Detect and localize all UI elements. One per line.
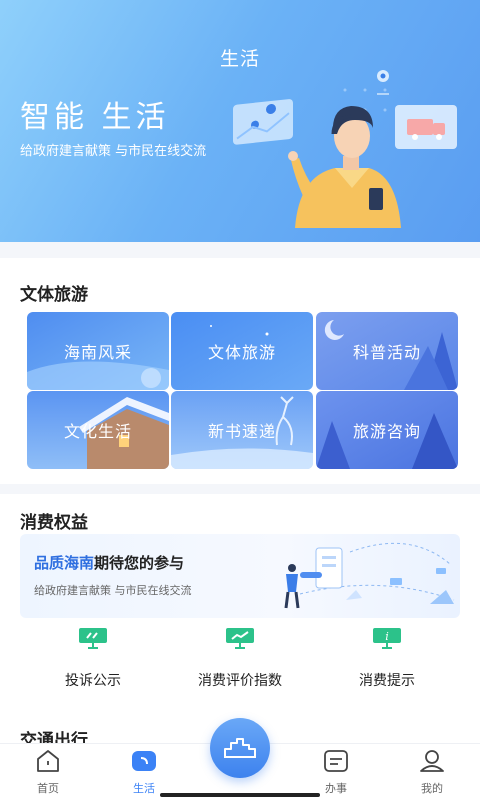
tile-hainan-style[interactable]: 海南风采	[27, 312, 169, 390]
consumer-index-button[interactable]: 消费评价指数	[167, 620, 313, 692]
culture-section-title: 文体旅游	[20, 285, 88, 305]
trend-chart-icon	[226, 628, 254, 649]
complaint-notice-button[interactable]: 投诉公示	[20, 620, 166, 692]
life-icon	[132, 751, 156, 771]
consumer-section-title: 消费权益	[20, 513, 88, 533]
complaint-board-icon	[79, 628, 107, 649]
tile-science-activity[interactable]: 科普活动	[316, 312, 458, 390]
tile-culture-travel[interactable]: 文体旅游	[171, 312, 313, 390]
tab-profile-label: 我的	[421, 782, 443, 795]
tile-travel-consult[interactable]: 旅游咨询	[316, 391, 458, 469]
consumer-banner-subtitle: 给政府建言献策 与市民在线交流	[34, 584, 192, 597]
tile-new-books-label: 新书速递	[207, 422, 276, 441]
consumer-banner-highlight: 品质海南	[34, 554, 95, 572]
tile-hainan-style-label: 海南风采	[63, 343, 132, 362]
info-board-icon: i	[373, 628, 401, 649]
consumer-tips-button[interactable]: i 消费提示	[314, 620, 460, 692]
consumer-banner-rest: 期待您的参与	[94, 554, 185, 572]
tab-service[interactable]: 办事	[288, 744, 384, 800]
service-icon	[324, 750, 348, 772]
tile-cultural-life-label: 文化生活	[63, 422, 132, 441]
tile-travel-consult-label: 旅游咨询	[352, 422, 421, 441]
hero-banner: 生活 智能 生活 给政府建言献策 与市民在线交流	[0, 0, 480, 242]
tab-profile[interactable]: 我的	[384, 744, 480, 800]
tile-culture-travel-label: 文体旅游	[207, 343, 276, 362]
consumer-banner[interactable]: 品质海南期待您的参与 给政府建言献策 与市民在线交流	[20, 534, 460, 618]
tab-home-label: 首页	[37, 782, 59, 795]
tab-home[interactable]: 首页	[0, 744, 96, 800]
consumer-banner-title: 品质海南期待您的参与	[34, 552, 184, 573]
home-icon	[37, 750, 59, 772]
center-city-button[interactable]	[210, 718, 270, 778]
svg-text:i: i	[385, 630, 389, 643]
profile-icon	[420, 750, 444, 772]
hero-slogan: 智能 生活	[20, 100, 170, 135]
tile-new-books[interactable]: 新书速递	[171, 391, 313, 469]
tile-cultural-life[interactable]: 文化生活	[27, 391, 169, 469]
consumer-index-label: 消费评价指数	[198, 673, 282, 689]
consumer-banner-illustration	[284, 542, 455, 609]
hero-subslogan: 给政府建言献策 与市民在线交流	[20, 144, 207, 159]
hero-illustration	[233, 70, 457, 228]
tab-life[interactable]: 生活	[96, 744, 192, 800]
consumer-tips-label: 消费提示	[359, 673, 415, 689]
city-icon	[224, 738, 256, 758]
complaint-notice-label: 投诉公示	[65, 673, 121, 689]
tile-science-activity-label: 科普活动	[352, 343, 421, 362]
home-indicator	[160, 793, 320, 797]
